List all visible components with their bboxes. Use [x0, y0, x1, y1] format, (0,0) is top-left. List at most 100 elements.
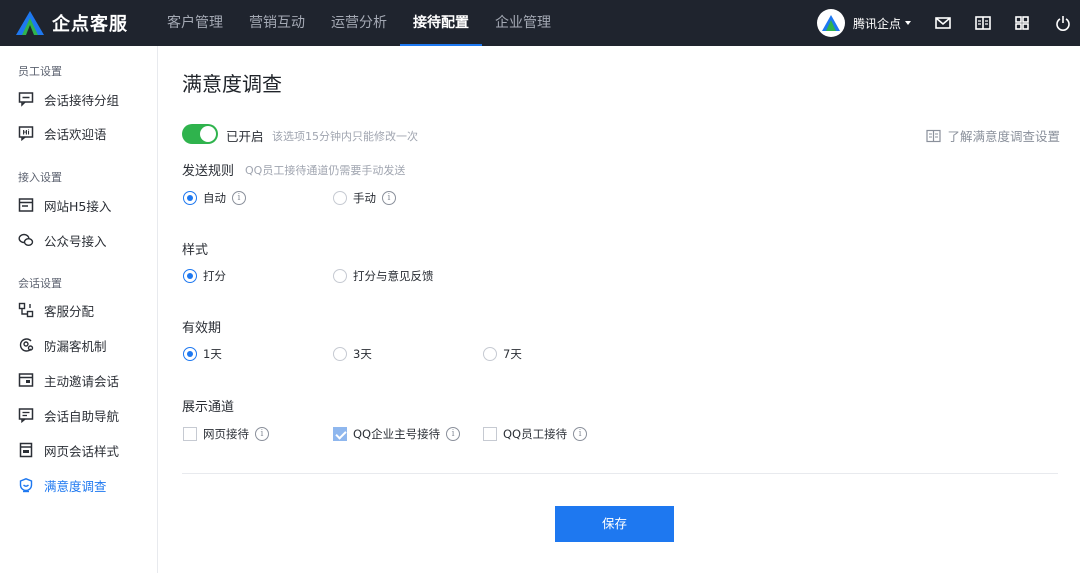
book-icon[interactable] [974, 14, 992, 32]
sidebar-item-label: 公众号接入 [44, 233, 107, 249]
divider [182, 473, 1058, 474]
nav-item-customer-management[interactable]: 客户管理 [154, 0, 236, 46]
sidebar-item-label: 满意度调查 [44, 478, 107, 494]
send-rule-manual-radio[interactable]: 手动 i [333, 190, 396, 206]
mail-icon[interactable] [934, 14, 952, 32]
svg-text:Hi: Hi [22, 130, 29, 137]
option-label: 网页接待 [203, 427, 249, 441]
satisfaction-icon [19, 478, 33, 493]
user-name: 腾讯企点 [853, 16, 902, 31]
sidebar-group-access: 接入设置 [18, 171, 62, 184]
sidebar-item-label: 会话欢迎语 [44, 126, 107, 142]
radio-selected [183, 347, 197, 361]
shield-user-icon [19, 338, 34, 352]
info-icon[interactable]: i [573, 427, 588, 441]
checkbox-unchecked [183, 427, 197, 441]
toggle-hint: 该选项15分钟内只能修改一次 [272, 130, 418, 143]
nav-item-marketing[interactable]: 营销互动 [236, 0, 318, 46]
sidebar-item-chat-group[interactable]: 会话接待分组 [0, 84, 157, 114]
distribute-icon [18, 302, 34, 318]
channel-web-checkbox[interactable]: 网页接待 i [183, 426, 269, 442]
learn-link-label: 了解满意度调查设置 [947, 129, 1060, 144]
learn-survey-settings-link[interactable]: 了解满意度调查设置 [926, 126, 1060, 145]
top-navigation-bar: 企点客服 客户管理 营销互动 运营分析 接待配置 企业管理 腾讯企点 [0, 0, 1080, 46]
option-label: 3天 [353, 347, 372, 361]
sidebar-item-label: 会话自助导航 [44, 408, 120, 424]
info-icon[interactable]: i [232, 191, 246, 205]
validity-7day-radio[interactable]: 7天 [483, 346, 522, 362]
brand-logo[interactable]: 企点客服 [16, 9, 128, 37]
brand-name: 企点客服 [52, 14, 128, 35]
info-icon[interactable]: i [446, 427, 461, 441]
channels-label: 展示通道 [182, 400, 235, 415]
info-icon[interactable]: i [382, 191, 396, 205]
sidebar-item-proactive-invite[interactable]: 主动邀请会话 [0, 365, 157, 395]
sidebar-item-label: 网站H5接入 [44, 198, 112, 214]
nav-message-icon [18, 408, 34, 423]
sidebar-item-satisfaction-survey[interactable]: 满意度调查 [0, 470, 157, 500]
channel-qq-staff-checkbox[interactable]: QQ员工接待 i [483, 426, 588, 442]
sidebar-item-agent-distribution[interactable]: 客服分配 [0, 295, 157, 325]
sidebar-item-webpage-style[interactable]: 网页会话样式 [0, 435, 157, 465]
validity-3day-radio[interactable]: 3天 [333, 346, 372, 362]
sidebar-group-staff: 员工设置 [18, 65, 62, 78]
option-label: QQ企业主号接待 [353, 427, 441, 441]
option-label: 打分 [203, 269, 226, 283]
sidebar-item-label: 会话接待分组 [44, 92, 120, 108]
sidebar-item-official-account[interactable]: 公众号接入 [0, 225, 157, 255]
style-label: 样式 [182, 243, 209, 258]
send-rule-hint: QQ员工接待通道仍需要手动发送 [245, 164, 406, 177]
company-logo-icon [822, 15, 840, 31]
sidebar-item-welcome-message[interactable]: Hi 会话欢迎语 [0, 118, 157, 148]
sidebar-item-label: 客服分配 [44, 303, 95, 319]
radio-unselected [333, 347, 347, 361]
nav-item-reception-config[interactable]: 接待配置 [400, 0, 482, 46]
radio-selected [183, 191, 197, 205]
user-menu[interactable]: 腾讯企点 [817, 9, 912, 37]
nav-item-analytics[interactable]: 运营分析 [318, 0, 400, 46]
style-score-radio[interactable]: 打分 [183, 268, 226, 284]
logout-icon[interactable] [1054, 14, 1072, 32]
option-label: QQ员工接待 [503, 427, 568, 441]
sidebar-item-self-navigation[interactable]: 会话自助导航 [0, 400, 157, 430]
page-style-icon [19, 442, 33, 458]
checkbox-checked [333, 427, 347, 441]
option-label: 手动 [353, 191, 376, 205]
option-label: 自动 [203, 191, 226, 205]
radio-selected [183, 269, 197, 283]
hi-message-icon: Hi [18, 126, 34, 141]
brand-logo-icon [16, 11, 44, 35]
page-title: 满意度调查 [182, 72, 282, 96]
apps-grid-icon[interactable] [1013, 14, 1031, 32]
sidebar-item-label: 主动邀请会话 [44, 373, 120, 389]
chat-group-icon [18, 92, 34, 107]
send-rule-auto-radio[interactable]: 自动 i [183, 190, 246, 206]
info-icon[interactable]: i [255, 427, 269, 441]
save-button[interactable]: 保存 [555, 506, 674, 542]
validity-label: 有效期 [182, 321, 222, 336]
sidebar-item-website-h5[interactable]: 网站H5接入 [0, 190, 157, 220]
send-rule-label: 发送规则 [182, 164, 235, 179]
main-content: 满意度调查 已开启 该选项15分钟内只能修改一次 了解满意度调查设置 发送规则 … [158, 46, 1080, 573]
style-score-feedback-radio[interactable]: 打分与意见反馈 [333, 268, 434, 284]
sidebar-item-label: 防漏客机制 [44, 338, 107, 354]
channel-qq-main-checkbox[interactable]: QQ企业主号接待 i [333, 426, 461, 442]
sidebar-group-session: 会话设置 [18, 277, 62, 290]
book-icon [926, 129, 942, 142]
survey-enabled-toggle[interactable] [182, 124, 218, 144]
main-nav: 客户管理 营销互动 运营分析 接待配置 企业管理 [154, 0, 564, 46]
radio-unselected [333, 269, 347, 283]
wechat-icon [18, 233, 34, 246]
checkbox-unchecked [483, 427, 497, 441]
sidebar-item-anti-loss[interactable]: 防漏客机制 [0, 330, 157, 360]
radio-unselected [333, 191, 347, 205]
nav-item-enterprise-management[interactable]: 企业管理 [482, 0, 564, 46]
sidebar: 员工设置 会话接待分组 Hi 会话欢迎语 接入设置 网站H5接入 公众号接入 会… [0, 46, 158, 573]
sidebar-item-label: 网页会话样式 [44, 443, 120, 459]
validity-1day-radio[interactable]: 1天 [183, 346, 222, 362]
option-label: 1天 [203, 347, 222, 361]
invite-icon [18, 373, 34, 387]
option-label: 7天 [503, 347, 522, 361]
radio-unselected [483, 347, 497, 361]
avatar [817, 9, 845, 37]
